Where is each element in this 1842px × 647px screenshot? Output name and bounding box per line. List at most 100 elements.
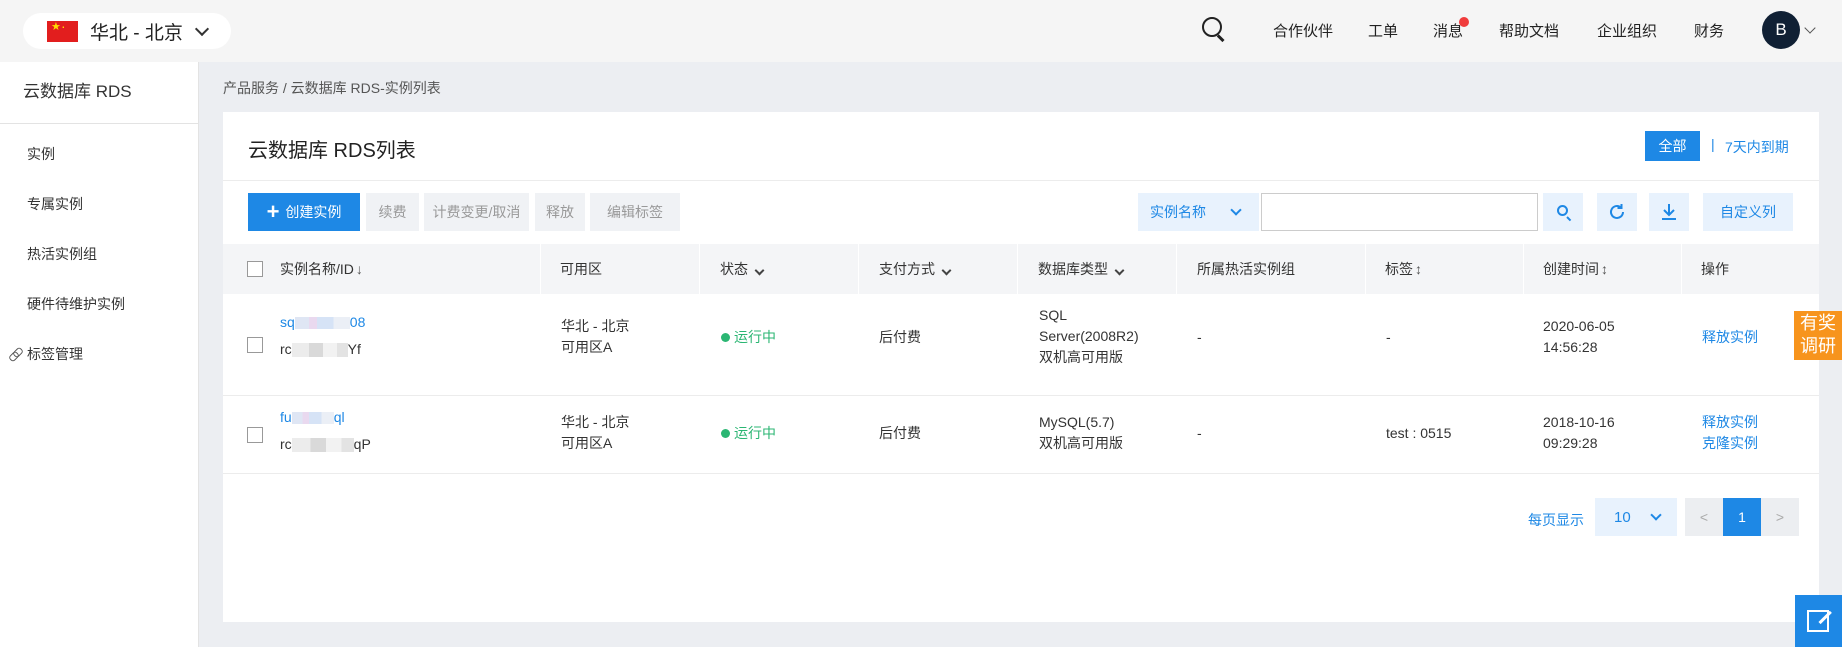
row-checkbox[interactable] [247, 337, 263, 353]
instance-id-text: rc [280, 341, 292, 357]
chevron-down-icon [1230, 203, 1242, 216]
download-button[interactable] [1649, 193, 1689, 231]
page-size-select[interactable]: 10 [1595, 498, 1677, 536]
db-type: MySQL(5.7) 双机高可用版 [1039, 412, 1123, 454]
renew-button[interactable]: 续费 [366, 193, 419, 231]
row-checkbox[interactable] [247, 427, 263, 443]
created-clock: 14:56:28 [1543, 339, 1598, 355]
page-size-label: 每页显示 [1528, 512, 1584, 528]
refresh-icon [1610, 204, 1624, 219]
instance-name-text: 08 [349, 314, 366, 330]
hot-active-group: - [1197, 329, 1202, 345]
survey-label: 调研 [1800, 336, 1836, 356]
search-button[interactable] [1543, 193, 1583, 231]
survey-label: 有奖 [1800, 313, 1836, 333]
divider [223, 180, 1819, 181]
prev-page-button[interactable]: < [1685, 498, 1723, 536]
sidebar-item-label: 标签管理 [27, 346, 83, 362]
divider [1176, 244, 1177, 294]
col-tags[interactable]: 标签 ↕ [1385, 244, 1422, 294]
region-selector[interactable]: 华北 - 北京 [23, 13, 231, 49]
instance-name[interactable]: fu ql [280, 407, 345, 428]
col-db-type[interactable]: 数据库类型 [1038, 244, 1125, 294]
release-instance-link[interactable]: 释放实例 [1702, 327, 1758, 348]
filter-separator: | [1711, 136, 1715, 152]
col-name-id[interactable]: 实例名称/ID ↓ [280, 244, 363, 294]
nav-finance[interactable]: 财务 [1694, 20, 1724, 41]
redacted-mosaic [291, 343, 348, 358]
select-all-checkbox[interactable] [247, 261, 263, 277]
redacted-mosaic [294, 317, 350, 330]
table-row: sq 08 rc Yf 华北 - 北京 可用区A 运行中 后付费 SQL Serve… [223, 294, 1819, 396]
divider [1017, 244, 1018, 294]
instance-id: rc qP [280, 434, 371, 455]
survey-button[interactable]: 有奖 调研 [1794, 311, 1842, 360]
row-actions: 释放实例 克隆实例 [1702, 412, 1758, 454]
instance-name-text: fu [280, 409, 292, 425]
chevron-down-icon [194, 21, 209, 36]
status-dot-icon [721, 333, 730, 342]
search-icon[interactable] [1202, 17, 1226, 41]
filter-expiring-link[interactable]: 7天内到期 [1725, 137, 1789, 157]
download-icon [1662, 204, 1676, 220]
create-instance-button[interactable]: + 创建实例 [248, 193, 360, 231]
top-bar: 华北 - 北京 合作伙伴 工单 消息 帮助文档 企业组织 财务 B [0, 0, 1842, 62]
custom-columns-button[interactable]: 自定义列 [1703, 193, 1793, 231]
col-label: 标签 [1385, 261, 1413, 277]
page-size-value: 10 [1614, 508, 1631, 526]
nav-organization[interactable]: 企业组织 [1597, 20, 1657, 41]
divider [858, 244, 859, 294]
col-label: 支付方式 [879, 261, 935, 277]
instance-id-text: rc [280, 436, 292, 452]
chevron-down-icon[interactable] [1804, 22, 1816, 34]
avatar[interactable]: B [1762, 11, 1800, 49]
nav-tickets[interactable]: 工单 [1368, 20, 1398, 41]
billing-change-button[interactable]: 计费变更/取消 [424, 193, 529, 231]
sidebar-item-hot-active-groups[interactable]: 热活实例组 [0, 229, 198, 279]
sidebar-item-tag-management[interactable]: 标签管理 [0, 329, 198, 379]
main-panel: 云数据库 RDS列表 全部 | 7天内到期 + 创建实例 续费 计费变更/取消 … [223, 112, 1819, 622]
db-type-line: 双机高可用版 [1039, 435, 1123, 451]
edit-tags-button[interactable]: 编辑标签 [590, 193, 680, 231]
db-type-line: MySQL(5.7) [1039, 414, 1115, 430]
sidebar-title: 云数据库 RDS [0, 62, 198, 124]
page-title: 云数据库 RDS列表 [248, 140, 416, 162]
col-status[interactable]: 状态 [720, 244, 765, 294]
col-created-time[interactable]: 创建时间 ↕ [1543, 244, 1608, 294]
col-payment[interactable]: 支付方式 [879, 244, 952, 294]
col-label: 状态 [720, 261, 748, 277]
nav-messages-label: 消息 [1433, 23, 1464, 40]
clone-instance-link[interactable]: 克隆实例 [1702, 433, 1758, 454]
sidebar-item-dedicated-instances[interactable]: 专属实例 [0, 179, 198, 229]
search-field-select[interactable]: 实例名称 [1138, 193, 1259, 231]
edit-icon[interactable] [1795, 595, 1842, 647]
nav-messages[interactable]: 消息 [1433, 17, 1470, 41]
chevron-down-icon [941, 265, 952, 276]
notification-badge [1459, 17, 1470, 27]
status-badge: 运行中 [721, 327, 776, 348]
search-input[interactable] [1261, 193, 1538, 231]
col-label: 数据库类型 [1038, 261, 1108, 277]
nav-partners[interactable]: 合作伙伴 [1273, 20, 1333, 41]
china-flag-icon [47, 18, 78, 42]
col-hot-active-group: 所属热活实例组 [1197, 261, 1295, 277]
db-type-line: Server(2008R2) [1039, 328, 1139, 344]
page-1-button[interactable]: 1 [1723, 498, 1761, 536]
instance-name[interactable]: sq 08 [280, 312, 365, 333]
sidebar-item-hardware-maintenance[interactable]: 硬件待维护实例 [0, 279, 198, 329]
db-type-line: SQL [1039, 307, 1068, 323]
nav-help-docs[interactable]: 帮助文档 [1499, 20, 1559, 41]
filter-all-button[interactable]: 全部 [1645, 131, 1700, 161]
next-page-button[interactable]: > [1761, 498, 1799, 536]
created-date: 2020-06-05 [1543, 318, 1615, 334]
sidebar-item-instances[interactable]: 实例 [0, 129, 198, 179]
status-dot-icon [721, 429, 730, 438]
chevron-down-icon [1650, 508, 1662, 521]
table-row: fu ql rc qP 华北 - 北京 可用区A 运行中 后付费 MySQL(5.7… [223, 396, 1819, 474]
release-instance-link[interactable]: 释放实例 [1702, 412, 1758, 433]
tag-value: test : 0515 [1386, 425, 1452, 441]
refresh-button[interactable] [1597, 193, 1637, 231]
col-zone: 可用区 [560, 261, 602, 277]
divider [1681, 244, 1682, 294]
release-button[interactable]: 释放 [535, 193, 585, 231]
